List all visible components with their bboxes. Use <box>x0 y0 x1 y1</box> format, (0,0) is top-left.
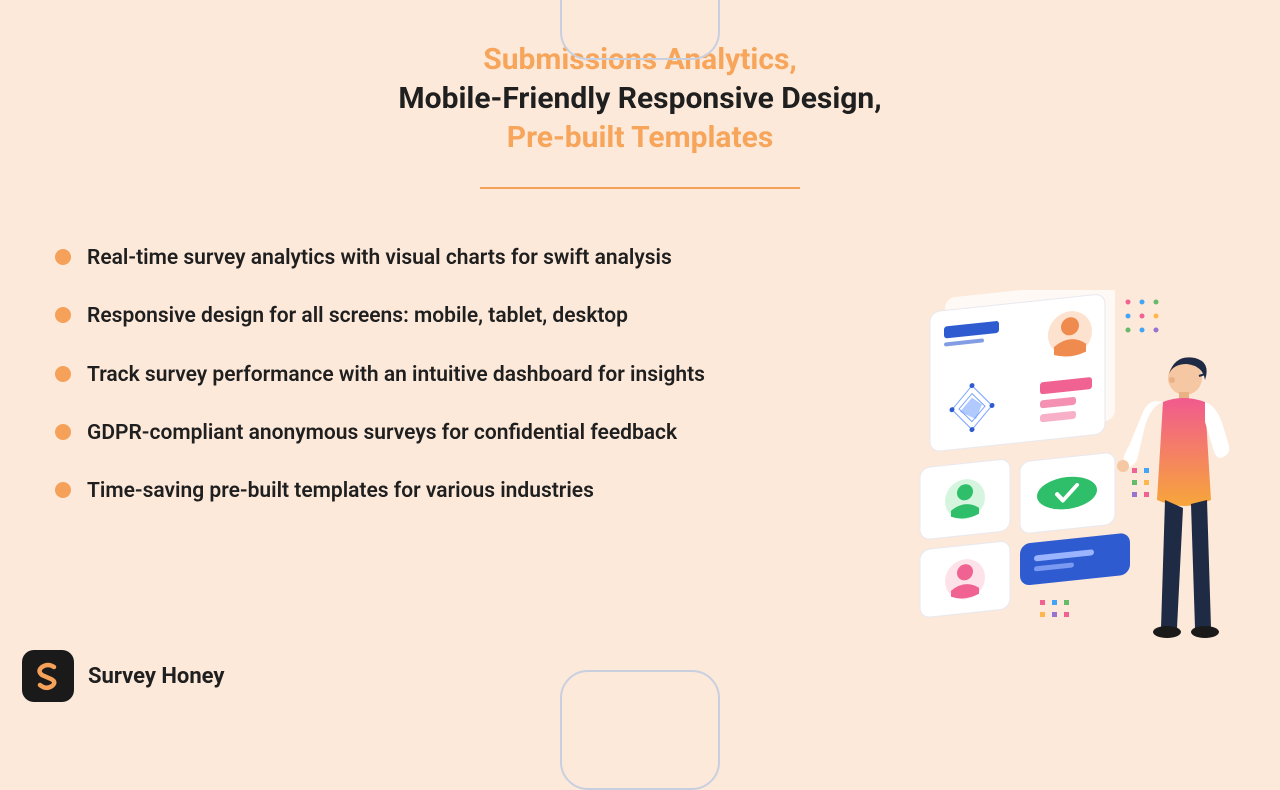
feature-text: Track survey performance with an intuiti… <box>87 361 705 389</box>
brand-name: Survey Honey <box>88 664 225 689</box>
title-line-2: Mobile-Friendly Responsive Design, <box>398 81 881 116</box>
decorative-shape-bottom <box>560 670 720 790</box>
brand-logo-icon <box>22 650 74 702</box>
list-item: Track survey performance with an intuiti… <box>55 361 785 389</box>
list-item: Real-time survey analytics with visual c… <box>55 244 785 272</box>
feature-text: GDPR-compliant anonymous surveys for con… <box>87 419 677 447</box>
bullet-icon <box>55 482 71 498</box>
bullet-icon <box>55 366 71 382</box>
dashboard-illustration <box>910 290 1265 660</box>
feature-list: Real-time survey analytics with visual c… <box>55 244 785 506</box>
title-divider <box>480 187 800 189</box>
bullet-icon <box>55 307 71 323</box>
feature-text: Real-time survey analytics with visual c… <box>87 244 672 272</box>
list-item: Time-saving pre-built templates for vari… <box>55 477 785 505</box>
brand: Survey Honey <box>22 650 225 702</box>
decorative-shape-top <box>560 0 720 60</box>
list-item: Responsive design for all screens: mobil… <box>55 302 785 330</box>
list-item: GDPR-compliant anonymous surveys for con… <box>55 419 785 447</box>
feature-text: Responsive design for all screens: mobil… <box>87 302 628 330</box>
title-line-3: Pre-built Templates <box>507 120 774 155</box>
bullet-icon <box>55 424 71 440</box>
bullet-icon <box>55 249 71 265</box>
feature-text: Time-saving pre-built templates for vari… <box>87 477 594 505</box>
